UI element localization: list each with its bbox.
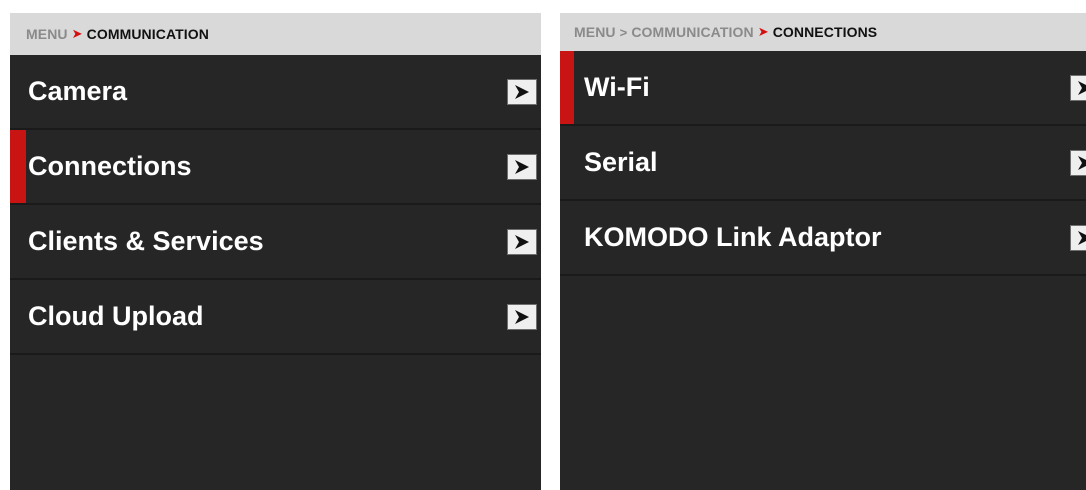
menu-item-label: Cloud Upload — [28, 301, 204, 331]
breadcrumb-item-communication: COMMUNICATION — [86, 26, 209, 42]
menu-item-cloud-upload[interactable]: Cloud Upload — [10, 280, 541, 355]
selection-indicator — [560, 51, 574, 124]
chevron-right-icon[interactable] — [507, 228, 537, 255]
menu-item-clients-services[interactable]: Clients & Services — [10, 205, 541, 280]
menu-item-serial[interactable]: Serial — [560, 126, 1086, 201]
breadcrumb-separator-icon: ➤ — [71, 26, 83, 41]
breadcrumb-separator-icon: > — [619, 24, 628, 40]
breadcrumb: MENU > COMMUNICATION ➤ CONNECTIONS — [560, 13, 1086, 51]
chevron-right-icon[interactable] — [1070, 224, 1086, 251]
menu-item-label: Connections — [28, 151, 192, 181]
menu-item-camera[interactable]: Camera — [10, 55, 541, 130]
breadcrumb-item-menu[interactable]: MENU — [574, 24, 616, 40]
connections-menu-panel: MENU > COMMUNICATION ➤ CONNECTIONS Wi-Fi… — [560, 13, 1086, 490]
menu-item-wifi[interactable]: Wi-Fi — [560, 51, 1086, 126]
menu-item-komodo-link-adaptor[interactable]: KOMODO Link Adaptor — [560, 201, 1086, 276]
breadcrumb-item-communication[interactable]: COMMUNICATION — [631, 24, 753, 40]
chevron-right-icon[interactable] — [507, 303, 537, 330]
breadcrumb-item-connections: CONNECTIONS — [772, 24, 878, 40]
breadcrumb-item-menu[interactable]: MENU — [26, 26, 68, 42]
breadcrumb: MENU ➤ COMMUNICATION — [10, 13, 541, 55]
communication-menu-panel: MENU ➤ COMMUNICATION Camera Connections … — [10, 13, 541, 490]
chevron-right-icon[interactable] — [1070, 74, 1086, 101]
menu-item-connections[interactable]: Connections — [10, 130, 541, 205]
chevron-right-icon[interactable] — [507, 78, 537, 105]
chevron-right-icon[interactable] — [507, 153, 537, 180]
menu-item-label: Serial — [584, 147, 658, 177]
menu-item-label: KOMODO Link Adaptor — [584, 222, 882, 252]
breadcrumb-separator-icon: ➤ — [757, 24, 769, 39]
menu-item-label: Clients & Services — [28, 226, 264, 256]
selection-indicator — [10, 130, 26, 203]
menu-item-label: Camera — [28, 76, 128, 106]
chevron-right-icon[interactable] — [1070, 149, 1086, 176]
